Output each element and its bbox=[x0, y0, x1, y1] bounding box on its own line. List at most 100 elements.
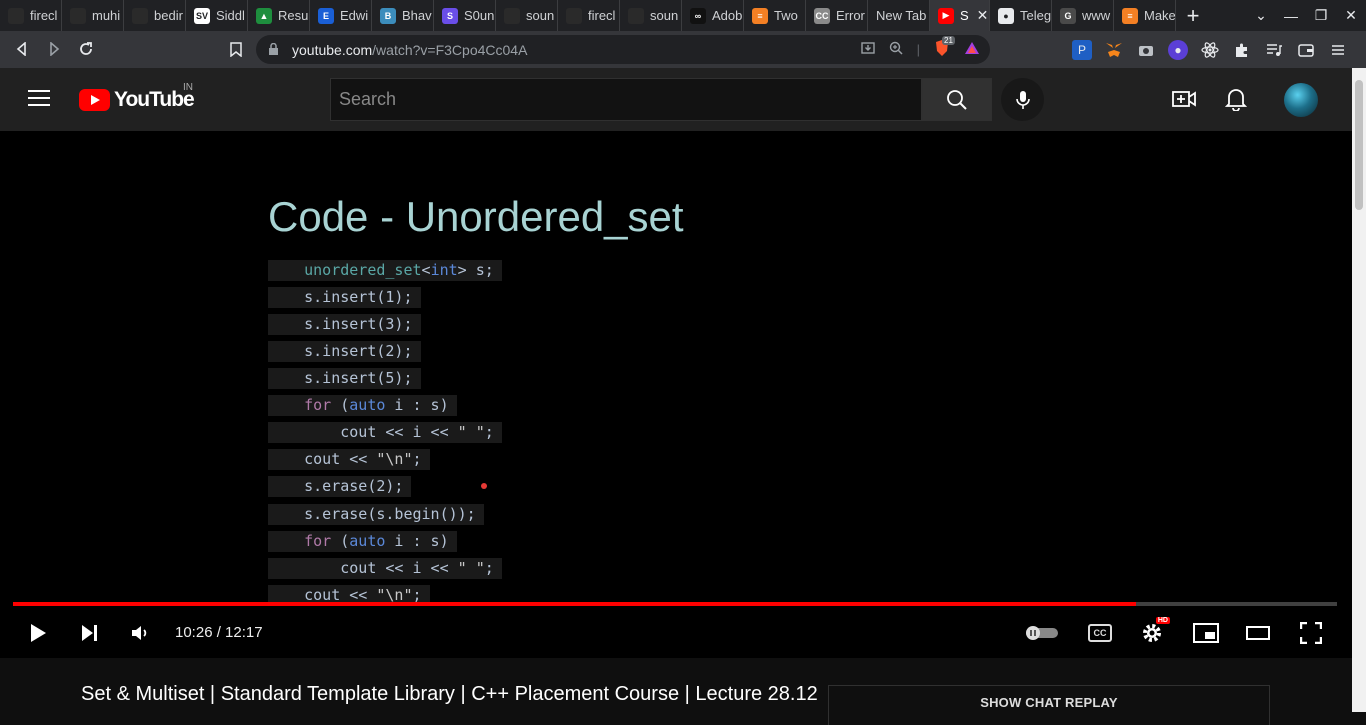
player-controls: 10:26 / 12:17 CC HD bbox=[0, 611, 1352, 655]
browser-tab[interactable]: B Bhav bbox=[372, 0, 434, 31]
miniplayer-button[interactable] bbox=[1190, 617, 1222, 649]
code-line: s.insert(5); bbox=[268, 368, 421, 389]
zoom-icon[interactable] bbox=[889, 41, 903, 58]
forward-icon[interactable] bbox=[38, 33, 70, 65]
install-app-icon[interactable] bbox=[860, 41, 875, 58]
tab-favicon-icon bbox=[8, 7, 24, 24]
browser-tab[interactable]: muhi bbox=[62, 0, 124, 31]
browser-tab[interactable]: ▶ S ✕ bbox=[930, 0, 990, 31]
code-line: cout << i << " "; bbox=[268, 422, 502, 443]
brave-rewards-icon[interactable] bbox=[964, 41, 980, 58]
blocked-count-badge: 21 bbox=[942, 36, 955, 45]
youtube-masthead: YouTube IN bbox=[0, 68, 1352, 131]
tab-label: soun bbox=[650, 8, 679, 23]
youtube-logo[interactable]: YouTube IN bbox=[79, 82, 195, 112]
tab-search-icon[interactable]: ⌄ bbox=[1246, 7, 1276, 24]
subtitles-button[interactable]: CC bbox=[1084, 617, 1116, 649]
wallet-icon[interactable] bbox=[1296, 40, 1316, 60]
fullscreen-button[interactable] bbox=[1295, 617, 1327, 649]
code-line: unordered_set<int> s; bbox=[268, 260, 502, 281]
browser-tab[interactable]: ≡ Two bbox=[744, 0, 806, 31]
scrollbar-thumb[interactable] bbox=[1355, 80, 1363, 210]
tab-favicon-icon: G bbox=[1060, 7, 1076, 24]
tab-favicon-icon: SV bbox=[194, 7, 210, 24]
restore-icon[interactable]: ❐ bbox=[1306, 7, 1336, 24]
browser-tab[interactable]: S S0un bbox=[434, 0, 496, 31]
media-queue-icon[interactable] bbox=[1264, 40, 1284, 60]
voice-search-button[interactable] bbox=[1001, 78, 1044, 121]
volume-icon bbox=[132, 626, 147, 640]
time-display: 10:26 / 12:17 bbox=[175, 624, 263, 641]
settings-button[interactable]: HD bbox=[1136, 617, 1170, 649]
tab-favicon-icon bbox=[566, 7, 582, 24]
minimize-icon[interactable]: — bbox=[1276, 8, 1306, 24]
account-avatar[interactable] bbox=[1284, 83, 1318, 117]
browser-tab[interactable]: New Tab bbox=[868, 0, 930, 31]
search-icon bbox=[947, 89, 967, 110]
brave-shields-icon[interactable]: 21 bbox=[934, 36, 955, 60]
tab-favicon-icon: ∞ bbox=[690, 7, 706, 24]
guide-menu-icon[interactable] bbox=[28, 90, 50, 108]
address-bar[interactable]: youtube.com/watch?v=F3Cpo4Cc04A | 21 bbox=[256, 35, 990, 64]
metamask-icon[interactable] bbox=[1104, 40, 1124, 60]
extension-icons: P ● bbox=[1072, 35, 1348, 64]
browser-tab[interactable]: ▲ Resu bbox=[248, 0, 310, 31]
browser-tab[interactable]: soun bbox=[496, 0, 558, 31]
progress-bar[interactable] bbox=[13, 602, 1337, 606]
close-window-icon[interactable]: ✕ bbox=[1336, 7, 1366, 24]
tab-favicon-icon bbox=[504, 7, 520, 24]
microphone-icon bbox=[1015, 90, 1030, 109]
play-button[interactable] bbox=[22, 617, 54, 649]
tab-favicon-icon: ● bbox=[998, 7, 1014, 24]
browser-tab[interactable]: ∞ Adob bbox=[682, 0, 744, 31]
show-chat-replay-button[interactable]: SHOW CHAT REPLAY bbox=[828, 685, 1270, 725]
new-tab-button[interactable]: + bbox=[1176, 3, 1210, 29]
theater-mode-button[interactable] bbox=[1242, 617, 1274, 649]
tab-favicon-icon: ▶ bbox=[938, 7, 954, 24]
tab-label: www bbox=[1082, 8, 1111, 23]
camera-icon[interactable] bbox=[1136, 40, 1156, 60]
back-icon[interactable] bbox=[6, 33, 38, 65]
page-scrollbar[interactable] bbox=[1352, 68, 1366, 712]
next-button[interactable] bbox=[74, 617, 106, 649]
extension-face-icon[interactable]: ● bbox=[1168, 39, 1188, 60]
play-icon bbox=[31, 624, 46, 642]
code-line: s.erase(2); bbox=[268, 476, 412, 497]
react-devtools-icon[interactable] bbox=[1200, 40, 1220, 60]
slide-title: Code - Unordered_set bbox=[268, 193, 684, 240]
extension-p-icon[interactable]: P bbox=[1072, 39, 1092, 60]
tab-favicon-icon bbox=[132, 7, 148, 24]
browser-tab[interactable]: firecl bbox=[0, 0, 62, 31]
autoplay-toggle[interactable] bbox=[1024, 617, 1060, 649]
browser-toolbar: youtube.com/watch?v=F3Cpo4Cc04A | 21 P ● bbox=[0, 31, 1366, 68]
create-video-button[interactable] bbox=[1172, 88, 1196, 112]
notifications-button[interactable] bbox=[1224, 87, 1249, 112]
tab-label: Adob bbox=[712, 8, 743, 23]
browser-tab[interactable]: CC Error bbox=[806, 0, 868, 31]
skip-next-icon bbox=[82, 625, 97, 641]
fullscreen-icon bbox=[1300, 622, 1322, 644]
close-tab-icon[interactable]: ✕ bbox=[977, 7, 989, 24]
reload-icon[interactable] bbox=[70, 33, 102, 65]
browser-tab[interactable]: firecl bbox=[558, 0, 620, 31]
browser-tab[interactable]: ≡ Make bbox=[1114, 0, 1176, 31]
mute-button[interactable] bbox=[124, 617, 156, 649]
code-line: s.insert(1); bbox=[268, 287, 421, 308]
bookmark-icon[interactable] bbox=[220, 33, 252, 65]
browser-tab[interactable]: soun bbox=[620, 0, 682, 31]
extensions-puzzle-icon[interactable] bbox=[1232, 40, 1252, 60]
country-code: IN bbox=[183, 82, 193, 93]
browser-tab[interactable]: SV Siddl bbox=[186, 0, 248, 31]
search-input[interactable] bbox=[339, 89, 921, 110]
browser-tab-strip: firecl muhi bedir SV Siddl ▲ Resu E Edwi B Bhav S S0… bbox=[0, 0, 1366, 31]
browser-menu-icon[interactable] bbox=[1328, 40, 1348, 60]
video-player[interactable]: Code - Unordered_set unordered_set<int> … bbox=[0, 131, 1352, 658]
browser-tab[interactable]: ● Teleg bbox=[990, 0, 1052, 31]
tab-list: firecl muhi bedir SV Siddl ▲ Resu E Edwi B Bhav S S0… bbox=[0, 0, 1176, 31]
browser-tab[interactable]: Gwww bbox=[1052, 0, 1114, 31]
tab-label: firecl bbox=[30, 8, 58, 23]
browser-tab[interactable]: E Edwi bbox=[310, 0, 372, 31]
youtube-wordmark: YouTube bbox=[114, 88, 195, 111]
browser-tab[interactable]: bedir bbox=[124, 0, 186, 31]
search-button[interactable] bbox=[922, 78, 992, 121]
